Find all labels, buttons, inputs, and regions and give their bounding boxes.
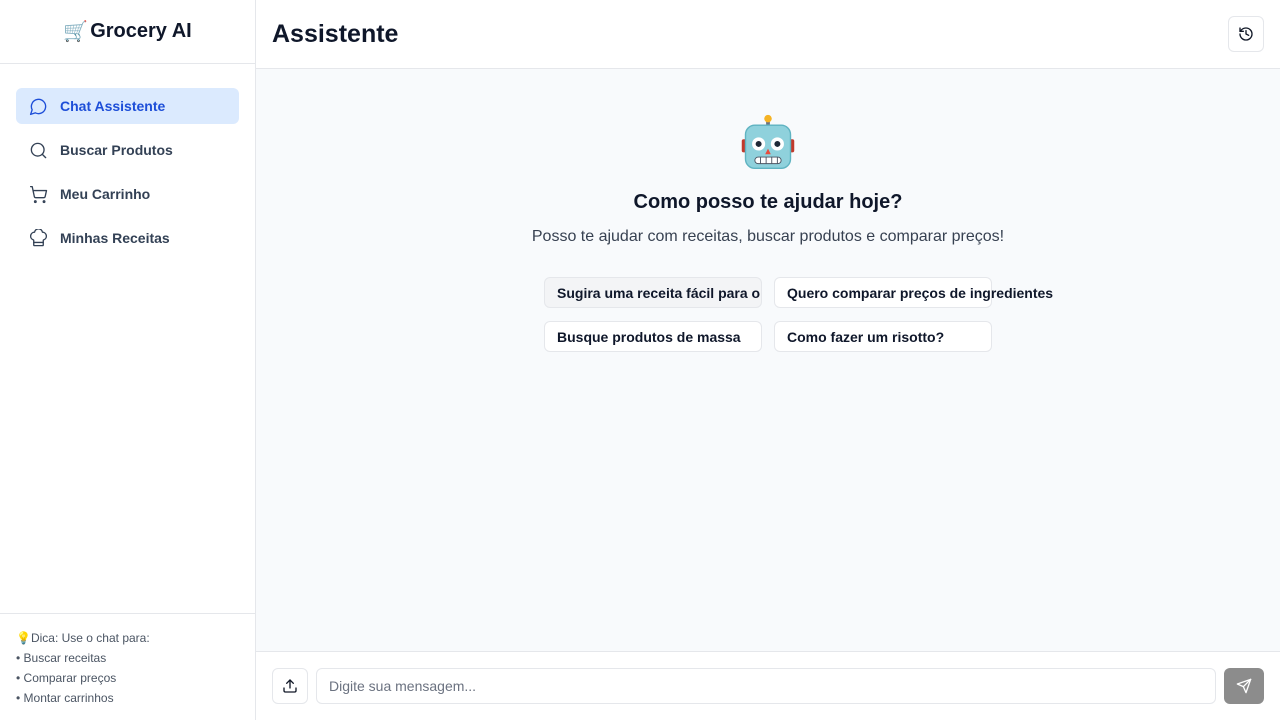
suggestion-grid: Sugira uma receita fácil para o jantar Q… xyxy=(544,277,1053,352)
sidebar-item-meu-carrinho[interactable]: Meu Carrinho xyxy=(16,176,239,212)
search-icon xyxy=(28,140,48,160)
robot-icon xyxy=(741,114,795,170)
composer xyxy=(256,651,1280,720)
sidebar-item-label: Meu Carrinho xyxy=(60,186,151,202)
suggestion-button[interactable]: Sugira uma receita fácil para o jantar xyxy=(544,277,762,308)
welcome-panel: Como posso te ajudar hoje? Posso te ajud… xyxy=(256,113,1280,246)
tip-line: • Buscar receitas xyxy=(16,651,107,665)
chat-bubble-icon xyxy=(28,96,48,116)
sidebar-item-minhas-receitas[interactable]: Minhas Receitas xyxy=(16,220,239,256)
upload-button[interactable] xyxy=(272,668,308,704)
app-root: 🛒 Grocery AI Chat Assistente Buscar Prod… xyxy=(0,0,1280,720)
header: Assistente xyxy=(256,0,1280,69)
tip-line: • Comparar preços xyxy=(16,671,117,685)
sidebar-nav: Chat Assistente Buscar Produtos Meu Carr… xyxy=(0,64,255,613)
history-icon xyxy=(1238,26,1254,42)
welcome-title: Como posso te ajudar hoje? xyxy=(633,191,903,213)
shopping-cart-icon xyxy=(28,184,48,204)
send-icon xyxy=(1236,678,1252,694)
chef-hat-icon xyxy=(28,228,48,248)
brand-title: Grocery AI xyxy=(90,20,192,42)
welcome-subtitle: Posso te ajudar com receitas, buscar pro… xyxy=(531,228,1005,245)
page-title: Assistente xyxy=(272,19,399,48)
sidebar-item-label: Chat Assistente xyxy=(60,98,166,114)
brand: 🛒 Grocery AI xyxy=(0,0,255,64)
upload-icon xyxy=(282,678,298,694)
tip-line: • Montar carrinhos xyxy=(16,691,114,705)
sidebar-item-label: Minhas Receitas xyxy=(60,230,170,246)
sidebar: 🛒 Grocery AI Chat Assistente Buscar Prod… xyxy=(0,0,256,720)
suggestion-button[interactable]: Como fazer um risotto? xyxy=(774,321,992,352)
message-input[interactable] xyxy=(316,668,1216,704)
sidebar-item-chat-assistente[interactable]: Chat Assistente xyxy=(16,88,239,124)
main-panel: Assistente Como posso te ajudar hoje? Po… xyxy=(256,0,1280,720)
tip-heading: 💡Dica: Use o chat para: xyxy=(16,631,150,645)
shopping-cart-logo-icon: 🛒 xyxy=(63,21,89,43)
tip-box: 💡Dica: Use o chat para: • Buscar receita… xyxy=(0,613,255,720)
suggestion-button[interactable]: Busque produtos de massa xyxy=(544,321,762,352)
chat-area: Como posso te ajudar hoje? Posso te ajud… xyxy=(256,69,1280,651)
history-button[interactable] xyxy=(1228,16,1264,52)
send-button[interactable] xyxy=(1224,668,1264,704)
sidebar-item-buscar-produtos[interactable]: Buscar Produtos xyxy=(16,132,239,168)
suggestion-button[interactable]: Quero comparar preços de ingredientes xyxy=(774,277,1053,308)
sidebar-item-label: Buscar Produtos xyxy=(60,142,173,158)
